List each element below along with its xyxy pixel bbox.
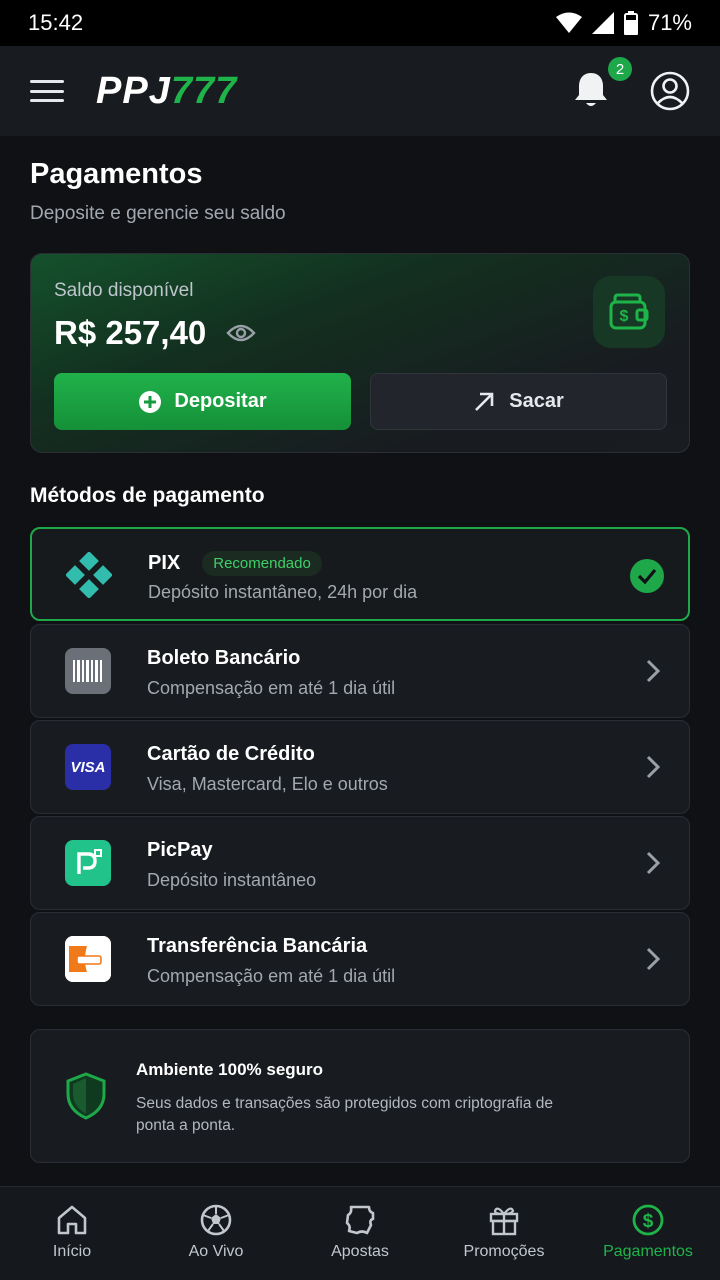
recommended-badge: Recomendado — [202, 551, 322, 576]
method-name: PIX Recomendado — [148, 551, 322, 576]
status-bar: 15:42 71% — [0, 0, 720, 46]
svg-text:$: $ — [643, 1211, 654, 1232]
soccer-ball-icon — [200, 1204, 232, 1236]
battery-level: 71% — [647, 10, 692, 35]
chevron-right-icon — [646, 851, 661, 875]
method-description: Depósito instantâneo — [147, 870, 317, 890]
barcode-icon — [65, 648, 111, 694]
chevron-right-icon — [646, 947, 661, 971]
method-name: Cartão de Crédito — [147, 743, 315, 766]
method-description: Visa, Mastercard, Elo e outros — [147, 774, 388, 794]
method-name-text: Cartão de Crédito — [147, 743, 315, 765]
method-name-text: Transferência Bancária — [147, 935, 368, 957]
balance-label: Saldo disponível — [54, 280, 194, 301]
plus-circle-icon — [139, 390, 162, 413]
method-name-text: PIX — [148, 552, 181, 574]
method-description: Depósito instantâneo, 24h por dia — [148, 582, 418, 602]
method-name-text: Boleto Bancário — [147, 647, 301, 669]
svg-text:$: $ — [620, 308, 629, 325]
nav-label: Ao Vivo — [188, 1243, 244, 1260]
pix-icon — [66, 552, 112, 598]
payment-method-bank-transfer[interactable]: Transferência Bancária Compensação em at… — [30, 912, 690, 1006]
security-info-card: Ambiente 100% seguro Seus dados e transa… — [30, 1029, 690, 1163]
nav-item-inicio[interactable]: Início — [0, 1187, 144, 1280]
notifications-button[interactable]: 2 — [574, 57, 632, 111]
gift-icon — [489, 1207, 519, 1236]
method-name: Boleto Bancário — [147, 647, 300, 670]
method-description: Compensação em até 1 dia útil — [147, 966, 396, 986]
bell-icon — [575, 73, 607, 106]
security-text: Seus dados e transações são protegidos c… — [136, 1095, 554, 1134]
wallet-icon: $ — [609, 293, 649, 330]
visa-text: VISA — [70, 758, 106, 776]
bank-transfer-icon — [65, 936, 111, 982]
logo-text-green: 777 — [170, 69, 238, 112]
withdraw-button[interactable]: Sacar — [370, 373, 667, 430]
balance-amount-row: R$ 257,40 — [54, 314, 256, 352]
nav-item-apostas[interactable]: Apostas — [288, 1187, 432, 1280]
nav-label: Pagamentos — [603, 1243, 693, 1260]
eye-icon[interactable] — [226, 323, 256, 343]
wallet-icon-box: $ — [593, 276, 665, 348]
payment-method-picpay[interactable]: PicPay Depósito instantâneo — [30, 816, 690, 910]
payment-method-boleto[interactable]: Boleto Bancário Compensação em até 1 dia… — [30, 624, 690, 718]
dollar-circle-icon: $ — [632, 1204, 664, 1236]
nav-label: Apostas — [331, 1243, 389, 1260]
battery-icon — [623, 11, 638, 35]
status-time: 15:42 — [28, 10, 84, 35]
check-icon — [630, 559, 664, 593]
method-description: Compensação em até 1 dia útil — [147, 678, 396, 698]
withdraw-label: Sacar — [509, 390, 564, 412]
balance-amount: R$ 257,40 — [54, 314, 207, 351]
nav-item-ao-vivo[interactable]: Ao Vivo — [144, 1187, 288, 1280]
arrow-up-right-icon — [475, 392, 494, 411]
profile-icon[interactable] — [650, 71, 690, 111]
deposit-button[interactable]: Depositar — [54, 373, 351, 430]
home-icon — [57, 1205, 87, 1235]
bottom-navigation: Início Ao Vivo Apostas Promoções $ Pagam… — [0, 1186, 720, 1280]
page-subtitle: Deposite e gerencie seu saldo — [30, 203, 286, 224]
page-title: Pagamentos — [30, 158, 203, 190]
nav-item-pagamentos[interactable]: $ Pagamentos — [576, 1187, 720, 1280]
logo[interactable]: PPJ 777 — [96, 70, 237, 113]
chevron-right-icon — [646, 755, 661, 779]
menu-icon[interactable] — [30, 77, 64, 105]
visa-icon: VISA — [65, 744, 111, 790]
ticket-icon — [345, 1205, 375, 1235]
method-name-text: PicPay — [147, 839, 213, 861]
wifi-icon — [555, 12, 582, 33]
notification-badge: 2 — [608, 57, 632, 81]
payment-method-credit-card[interactable]: VISA Cartão de Crédito Visa, Mastercard,… — [30, 720, 690, 814]
signal-icon — [591, 12, 614, 34]
picpay-icon — [65, 840, 111, 886]
method-name: Transferência Bancária — [147, 935, 367, 958]
payment-method-pix[interactable]: PIX Recomendado Depósito instantâneo, 24… — [30, 527, 690, 621]
payment-methods-title: Métodos de pagamento — [30, 484, 265, 507]
deposit-label: Depositar — [174, 390, 267, 412]
header-actions: 2 — [574, 57, 690, 111]
app-header: PPJ 777 2 — [0, 46, 720, 136]
balance-card: Saldo disponível R$ 257,40 $ Depositar S… — [30, 253, 690, 453]
nav-item-promocoes[interactable]: Promoções — [432, 1187, 576, 1280]
security-title: Ambiente 100% seguro — [136, 1060, 324, 1079]
nav-label: Início — [52, 1243, 92, 1260]
status-indicators: 71% — [555, 10, 692, 36]
method-name: PicPay — [147, 839, 213, 862]
logo-text-white: PPJ — [96, 69, 171, 112]
chevron-right-icon — [646, 659, 661, 683]
nav-label: Promoções — [463, 1243, 545, 1260]
shield-icon — [66, 1072, 106, 1120]
